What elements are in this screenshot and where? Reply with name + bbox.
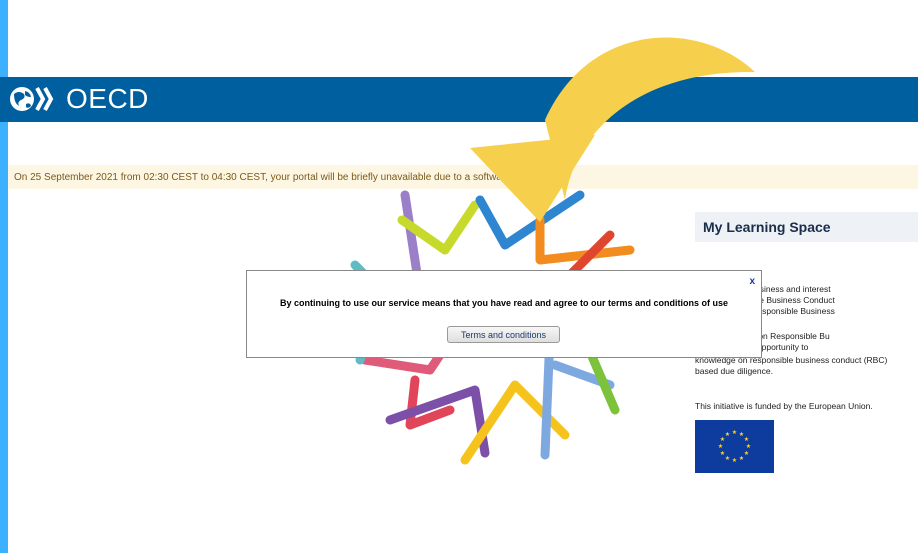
yellow-arrow-annotation: [470, 37, 755, 222]
